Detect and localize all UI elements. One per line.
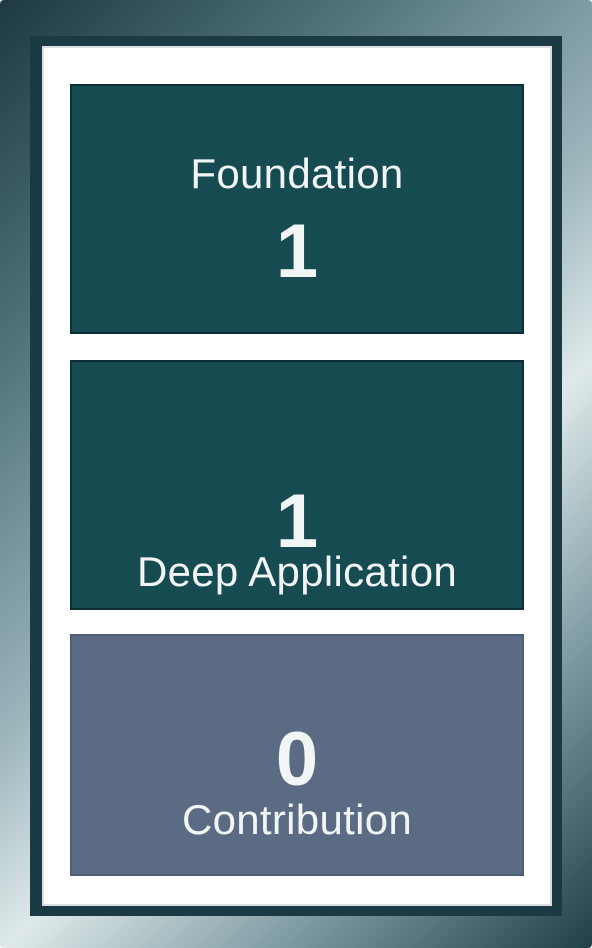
contribution-label: Contribution	[181, 796, 413, 843]
deep-application-tile: 1 Deep Application	[70, 360, 524, 610]
foundation-label: Foundation	[190, 150, 404, 197]
deep-application-label: Deep Application	[136, 548, 458, 595]
foundation-count: 1	[275, 209, 319, 294]
contribution-tile: 0 Contribution	[70, 634, 524, 876]
contribution-count: 0	[275, 717, 319, 802]
foundation-tile: Foundation 1	[70, 84, 524, 334]
